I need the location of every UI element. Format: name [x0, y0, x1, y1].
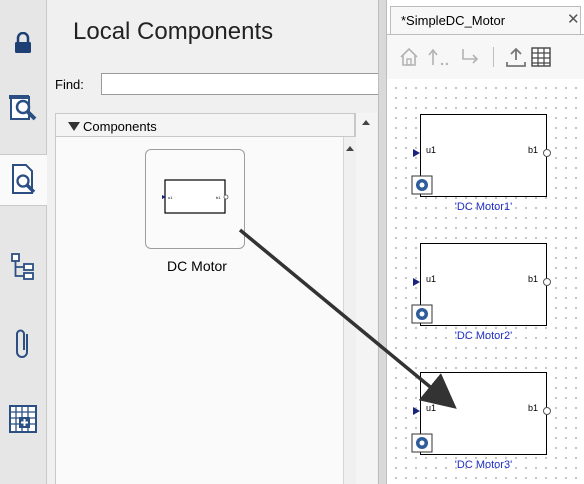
drag-arrow-icon — [238, 228, 457, 409]
